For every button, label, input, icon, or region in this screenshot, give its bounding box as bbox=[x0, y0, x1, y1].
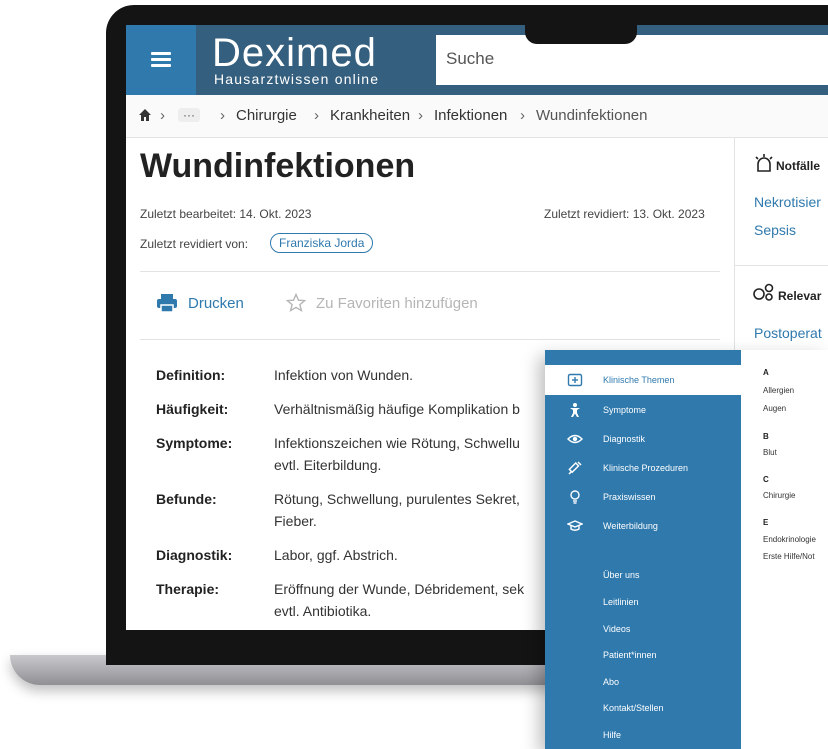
row-value-continued: Fieber. bbox=[274, 513, 317, 529]
search-placeholder: Suche bbox=[446, 49, 495, 68]
row-value: Verhältnismäßig häufige Komplikation b bbox=[274, 401, 520, 417]
breadcrumb-krankheiten[interactable]: Krankheiten bbox=[330, 107, 410, 124]
menu-item-label: Klinische Themen bbox=[603, 375, 675, 385]
divider bbox=[140, 271, 720, 272]
row-value: Infektion von Wunden. bbox=[274, 367, 414, 383]
row-label: Häufigkeit: bbox=[156, 401, 229, 417]
menu-link-videos[interactable]: Videos bbox=[603, 624, 630, 634]
row-label: Diagnostik: bbox=[156, 547, 233, 563]
row-value: Infektionszeichen wie Rötung, Schwellu bbox=[274, 435, 520, 451]
menu-link-abo[interactable]: Abo bbox=[603, 677, 619, 687]
add-favorite-button[interactable]: Zu Favoriten hinzufügen bbox=[286, 293, 478, 313]
camera-notch bbox=[525, 20, 637, 44]
home-icon[interactable] bbox=[138, 108, 152, 122]
hamburger-icon bbox=[151, 52, 171, 68]
print-label: Drucken bbox=[188, 294, 244, 312]
menu-item-praxiswissen[interactable]: Praxiswissen bbox=[545, 482, 741, 512]
index-letter: E bbox=[763, 518, 769, 527]
top-bar: Deximed Hausarztwissen online Suche bbox=[126, 25, 828, 95]
divider bbox=[140, 339, 720, 340]
menu-item-label: Symptome bbox=[603, 405, 647, 415]
last-revised-date: Zuletzt revidiert: 13. Okt. 2023 bbox=[544, 207, 705, 221]
index-item[interactable]: Endokrinologie bbox=[763, 535, 816, 544]
favorite-label: Zu Favoriten hinzufügen bbox=[316, 294, 478, 312]
mobile-menu-panel: Klinische Themen Symptome Diagnostik Kli… bbox=[545, 350, 828, 749]
author-badge[interactable]: Franziska Jorda bbox=[270, 233, 374, 253]
menu-link-patientinnen[interactable]: Patient*innen bbox=[603, 650, 657, 660]
breadcrumb-separator: › bbox=[220, 107, 225, 124]
syringe-icon bbox=[568, 461, 582, 475]
breadcrumb-separator: › bbox=[520, 107, 525, 124]
lightbulb-icon bbox=[570, 490, 580, 504]
divider bbox=[734, 265, 828, 266]
page-title: Wundinfektionen bbox=[140, 147, 416, 185]
breadcrumb-separator: › bbox=[314, 107, 319, 124]
logo-title: Deximed bbox=[212, 31, 377, 75]
row-value: Eröffnung der Wunde, Débridement, sek bbox=[274, 581, 525, 597]
breadcrumb: › ··· › Chirurgie › Krankheiten › Infekt… bbox=[126, 95, 828, 138]
search-input[interactable]: Suche bbox=[436, 35, 828, 85]
index-item[interactable]: Allergien bbox=[763, 386, 794, 395]
menu-item-label: Diagnostik bbox=[603, 434, 646, 444]
alarm-icon bbox=[755, 154, 773, 172]
menu-link-leitlinien[interactable]: Leitlinien bbox=[603, 597, 639, 607]
row-label: Therapie: bbox=[156, 581, 220, 597]
breadcrumb-more-button[interactable]: ··· bbox=[178, 108, 200, 122]
breadcrumb-infektionen[interactable]: Infektionen bbox=[434, 107, 507, 124]
menu-item-weiterbildung[interactable]: Weiterbildung bbox=[545, 511, 741, 541]
menu-button[interactable] bbox=[126, 25, 196, 95]
logo-subtitle: Hausarztwissen online bbox=[214, 71, 380, 87]
index-item[interactable]: Augen bbox=[763, 404, 786, 413]
eye-icon bbox=[567, 434, 583, 444]
plus-square-icon bbox=[567, 373, 583, 387]
relevant-heading: Relevar bbox=[778, 289, 822, 303]
last-edited-date: Zuletzt bearbeitet: 14. Okt. 2023 bbox=[140, 207, 312, 221]
breadcrumb-chirurgie[interactable]: Chirurgie bbox=[236, 107, 297, 124]
star-icon bbox=[286, 293, 306, 313]
row-value: Rötung, Schwellung, purulentes Sekret, bbox=[274, 491, 520, 507]
index-item[interactable]: Chirurgie bbox=[763, 491, 795, 500]
menu-link-ueber-uns[interactable]: Über uns bbox=[603, 570, 640, 580]
notfall-link[interactable]: Nekrotisier bbox=[754, 194, 821, 210]
breadcrumb-current: Wundinfektionen bbox=[536, 107, 648, 124]
notfall-link[interactable]: Sepsis bbox=[754, 222, 796, 238]
row-value: Labor, ggf. Abstrich. bbox=[274, 547, 398, 563]
revised-by-label: Zuletzt revidiert von: bbox=[140, 237, 249, 251]
row-label: Symptome: bbox=[156, 435, 233, 451]
row-value-continued: evtl. Eiterbildung. bbox=[274, 457, 382, 473]
graduation-cap-icon bbox=[567, 520, 583, 531]
relevant-link[interactable]: Postoperat bbox=[754, 325, 822, 341]
breadcrumb-separator: › bbox=[418, 107, 423, 124]
print-button[interactable]: Drucken bbox=[156, 293, 244, 313]
menu-link-kontakt[interactable]: Kontakt/Stellen bbox=[603, 703, 664, 713]
index-letter: A bbox=[763, 368, 769, 377]
menu-item-label: Weiterbildung bbox=[603, 521, 658, 531]
printer-icon bbox=[157, 294, 177, 313]
notfaelle-heading: Notfälle bbox=[776, 159, 821, 173]
mobile-menu-sidebar: Klinische Themen Symptome Diagnostik Kli… bbox=[545, 350, 741, 749]
menu-item-label: Praxiswissen bbox=[603, 492, 656, 502]
menu-item-diagnostik[interactable]: Diagnostik bbox=[545, 424, 741, 454]
row-value-continued: evtl. Antibiotika. bbox=[274, 603, 372, 619]
person-icon bbox=[570, 403, 580, 417]
relations-icon bbox=[753, 283, 774, 301]
index-item[interactable]: Erste Hilfe/Not bbox=[763, 552, 815, 561]
menu-item-klinische-themen[interactable]: Klinische Themen bbox=[545, 365, 741, 395]
index-letter: C bbox=[763, 475, 769, 484]
menu-item-klinische-prozeduren[interactable]: Klinische Prozeduren bbox=[545, 453, 741, 483]
row-label: Definition: bbox=[156, 367, 226, 383]
index-item[interactable]: Blut bbox=[763, 448, 777, 457]
menu-item-symptome[interactable]: Symptome bbox=[545, 395, 741, 425]
breadcrumb-separator: › bbox=[160, 107, 165, 124]
menu-item-label: Klinische Prozeduren bbox=[603, 463, 689, 473]
index-letter: B bbox=[763, 432, 769, 441]
row-label: Befunde: bbox=[156, 491, 217, 507]
menu-link-hilfe[interactable]: Hilfe bbox=[603, 730, 621, 740]
